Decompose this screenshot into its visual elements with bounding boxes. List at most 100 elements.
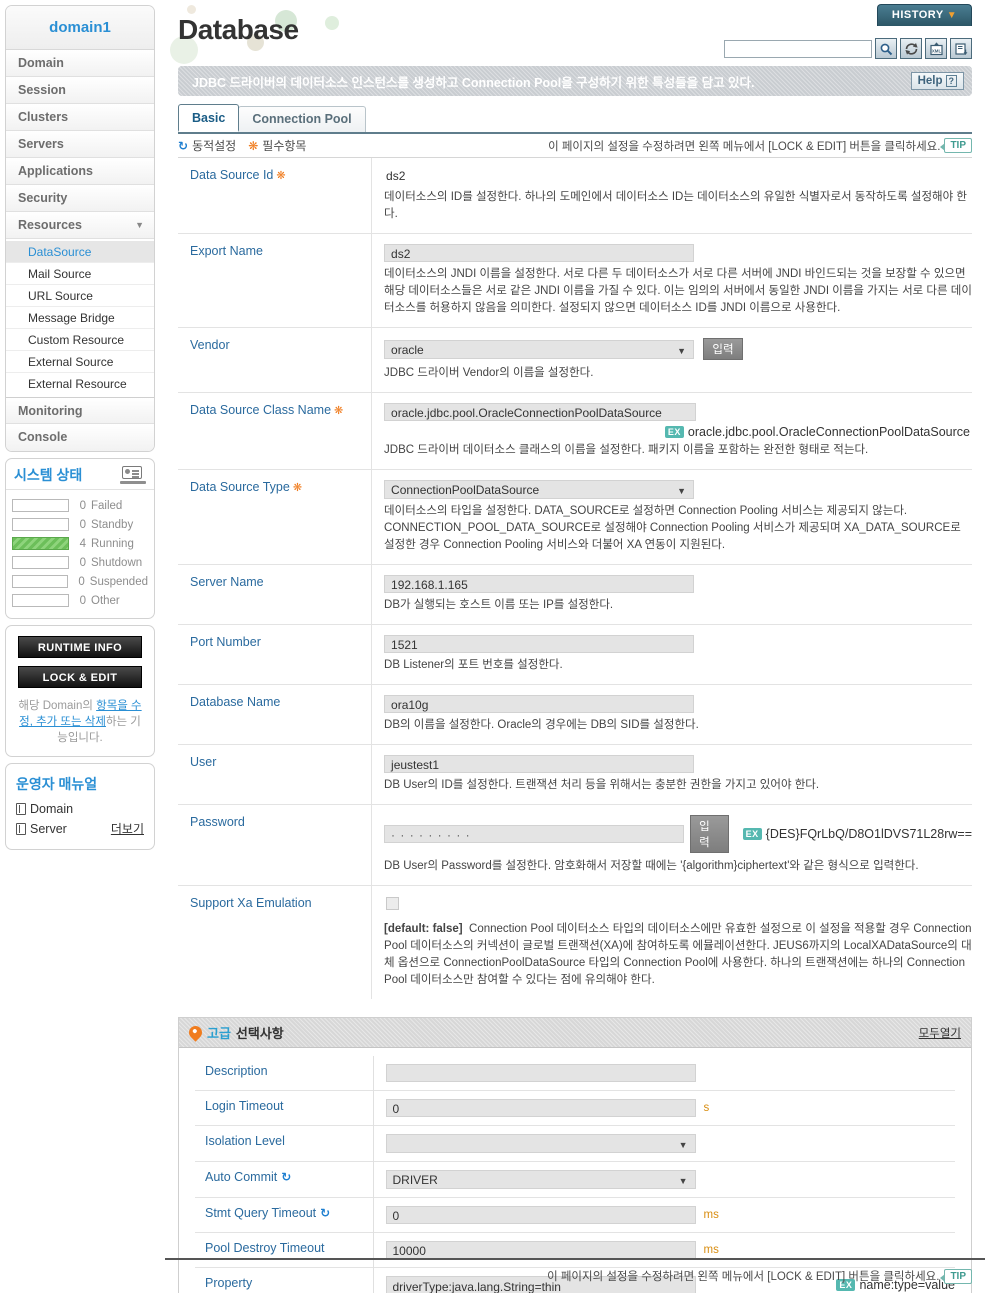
- xml-export-icon[interactable]: XML: [925, 38, 947, 59]
- sidebar-item-label: Clusters: [18, 110, 69, 124]
- field-label-cell: Data Source Id ❋: [178, 158, 373, 234]
- tip-badge[interactable]: TIP: [940, 138, 972, 153]
- sidebar-item-monitoring[interactable]: Monitoring: [6, 397, 154, 424]
- field-row-export-name: Export Name ds2 데이터소스의 JNDI 이름을 설정한다. 서로…: [178, 233, 972, 328]
- help-button[interactable]: Help ?: [910, 72, 964, 90]
- stmt-query-timeout-input[interactable]: 0: [385, 1206, 696, 1224]
- status-count: 0: [79, 499, 86, 512]
- login-timeout-input[interactable]: 0: [385, 1099, 696, 1117]
- example-hint: EX oracle.jdbc.pool.OracleConnectionPool…: [384, 425, 972, 439]
- field-row-database-name: Database Name ora10g DB의 이름을 설정한다. Oracl…: [178, 684, 972, 745]
- isolation-level-select[interactable]: ▼: [385, 1134, 696, 1153]
- sidebar-item-label: Console: [18, 430, 68, 444]
- field-row-port-number: Port Number 1521 DB Listener의 포트 번호를 설정한…: [178, 624, 972, 685]
- search-icon[interactable]: [875, 38, 897, 59]
- sidebar-item-message-bridge[interactable]: Message Bridge: [6, 307, 154, 329]
- field-value-cell: [373, 1056, 955, 1091]
- field-value-cell: ds2 데이터소스의 JNDI 이름을 설정한다. 서로 다른 두 데이터소스가…: [372, 234, 972, 328]
- sidebar-item-custom-resource[interactable]: Custom Resource: [6, 329, 154, 351]
- sidebar-item-external-resource[interactable]: External Resource: [6, 373, 154, 395]
- field-value-cell: 0 s: [373, 1091, 955, 1126]
- field-description: DB User의 ID를 설정한다. 트랜잭션 처리 등을 위해서는 충분한 권…: [384, 779, 820, 791]
- field-description: 데이터소스의 타입을 설정한다. DATA_SOURCE로 설정하면 Conne…: [384, 505, 961, 551]
- auto-commit-select[interactable]: DRIVER ▼: [385, 1170, 696, 1189]
- sidebar-item-label: Servers: [18, 137, 64, 151]
- report-export-icon[interactable]: [950, 38, 972, 59]
- sidebar-item-label: Security: [18, 191, 68, 205]
- chevron-down-icon: ▼: [677, 486, 687, 496]
- vendor-select-value: oracle: [391, 342, 424, 357]
- required-asterisk-icon: ❋: [276, 170, 286, 182]
- password-input[interactable]: · · · · · · · · ·: [384, 825, 685, 843]
- sidebar-item-clusters[interactable]: Clusters: [6, 104, 154, 131]
- tab-basic[interactable]: Basic: [178, 104, 240, 132]
- database-name-input[interactable]: ora10g: [384, 695, 695, 713]
- sidebar-item-datasource[interactable]: DataSource: [6, 241, 154, 263]
- search-input[interactable]: [724, 39, 872, 58]
- main-content: Database HISTORY ▼ XML JDBC 드라이버의 데이터소스 …: [165, 0, 985, 1293]
- sidebar-item-resources[interactable]: Resources ▼: [6, 212, 154, 239]
- field-row-vendor: Vendor oracle ▼ 입력 JDBC 드라이버 Vendor의 이름을…: [178, 327, 972, 393]
- adv-row-login-timeout: Login Timeout 0 s: [195, 1090, 955, 1126]
- system-status-header: 시스템 상태: [6, 459, 154, 490]
- sidebar-item-url-source[interactable]: URL Source: [6, 285, 154, 307]
- monitor-icon[interactable]: [120, 466, 146, 484]
- field-row-data-source-class-name: Data Source Class Name ❋ oracle.jdbc.pool…: [178, 392, 972, 470]
- open-all-link[interactable]: 모두열기: [919, 1025, 961, 1041]
- history-button[interactable]: HISTORY ▼: [877, 4, 972, 26]
- field-label-cell: User: [178, 744, 373, 805]
- support-xa-emulation-checkbox[interactable]: [386, 897, 400, 910]
- password-input-button[interactable]: 입력: [690, 815, 729, 853]
- legend-required: ❋ 필수항목: [248, 137, 306, 154]
- sidebar-item-console[interactable]: Console: [6, 424, 154, 451]
- manual-item-domain[interactable]: Domain: [6, 800, 154, 818]
- status-row-suspended: 0 Suspended: [12, 572, 148, 591]
- sidebar-item-applications[interactable]: Applications: [6, 158, 154, 185]
- decorative-blob: [187, 5, 196, 14]
- field-label: Vendor: [190, 338, 230, 352]
- field-row-password: Password · · · · · · · · · 입력 EX {DES}FQ…: [178, 804, 972, 886]
- sidebar-subitem-label: Mail Source: [28, 267, 92, 281]
- sidebar-item-session[interactable]: Session: [6, 77, 154, 104]
- manual-item-server[interactable]: Server 더보기: [6, 818, 154, 839]
- data-source-class-name-input[interactable]: oracle.jdbc.pool.OracleConnectionPoolDat…: [384, 403, 697, 421]
- tab-connection-pool[interactable]: Connection Pool: [238, 106, 366, 132]
- field-label-cell: Server Name: [178, 564, 373, 625]
- field-label: User: [190, 755, 217, 769]
- status-count: 0: [79, 594, 86, 607]
- lock-and-edit-button[interactable]: LOCK & EDIT: [18, 666, 142, 688]
- data-source-type-value: ConnectionPoolDataSource: [391, 483, 540, 497]
- port-number-input[interactable]: 1521: [384, 635, 695, 653]
- field-label-cell: Database Name: [178, 684, 373, 745]
- sidebar-item-label: Domain: [18, 56, 64, 70]
- field-label: Pool Destroy Timeout: [205, 1241, 325, 1255]
- example-badge: EX: [742, 828, 762, 840]
- user-input[interactable]: jeustest1: [384, 755, 695, 773]
- status-count: 0: [79, 518, 86, 531]
- sidebar-item-domain[interactable]: Domain: [6, 50, 154, 77]
- data-source-type-select[interactable]: ConnectionPoolDataSource ▼: [384, 480, 695, 499]
- tip-badge[interactable]: TIP: [940, 1268, 972, 1284]
- description-input[interactable]: [385, 1064, 696, 1082]
- field-value-cell: [default: false] Connection Pool 데이터소스 타…: [372, 886, 972, 1000]
- refresh-icon[interactable]: [900, 38, 922, 59]
- pool-destroy-timeout-input[interactable]: 10000: [385, 1241, 696, 1259]
- field-label-cell: Port Number: [178, 624, 373, 685]
- status-bar: [12, 518, 69, 531]
- sidebar-item-security[interactable]: Security: [6, 185, 154, 212]
- chevron-down-icon: ▼: [946, 10, 958, 21]
- vendor-select[interactable]: oracle ▼: [384, 339, 695, 359]
- sidebar-item-mail-source[interactable]: Mail Source: [6, 263, 154, 285]
- sidebar-subitem-label: Message Bridge: [28, 311, 115, 325]
- export-name-input[interactable]: ds2: [384, 244, 695, 262]
- example-text: {DES}FQrLbQ/D8O1lDVS71L28rw==: [765, 827, 972, 841]
- manual-more-link[interactable]: 더보기: [111, 820, 144, 837]
- sidebar-item-servers[interactable]: Servers: [6, 131, 154, 158]
- runtime-info-button[interactable]: RUNTIME INFO: [18, 636, 142, 658]
- vendor-input-button[interactable]: 입력: [703, 338, 743, 360]
- status-row-failed: 0 Failed: [12, 496, 148, 515]
- field-label: Export Name: [190, 244, 263, 258]
- adv-row-auto-commit: Auto Commit ↻ DRIVER ▼: [195, 1161, 955, 1198]
- server-name-input[interactable]: 192.168.1.165: [384, 575, 695, 593]
- sidebar-item-external-source[interactable]: External Source: [6, 351, 154, 373]
